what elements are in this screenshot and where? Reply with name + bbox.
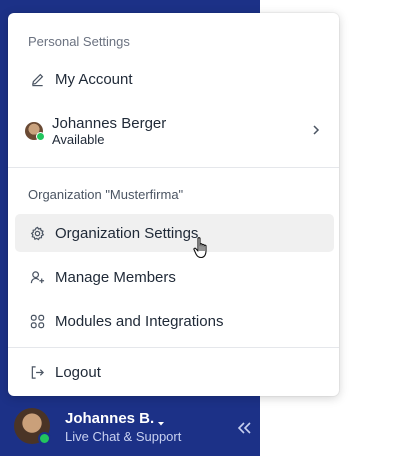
modules-integrations-item[interactable]: Modules and Integrations <box>15 302 334 340</box>
logout-label: Logout <box>55 363 101 381</box>
divider <box>8 347 339 348</box>
manage-members-item[interactable]: Manage Members <box>15 258 334 296</box>
online-status-dot <box>36 132 45 141</box>
organization-header: Organization "Musterfirma" <box>28 187 184 202</box>
double-chevron-left-icon[interactable] <box>236 420 252 441</box>
user-bar: Johannes B. Live Chat & Support <box>0 400 260 456</box>
pencil-icon <box>29 71 45 87</box>
manage-members-label: Manage Members <box>55 268 176 286</box>
logout-icon <box>29 364 45 380</box>
workspace-label: Live Chat & Support <box>65 429 182 444</box>
logout-item[interactable]: Logout <box>15 353 334 391</box>
organization-settings-label: Organization Settings <box>55 224 199 242</box>
user-menu-toggle[interactable]: Johannes B. <box>65 410 154 427</box>
account-menu: Personal Settings My Account Johannes Be… <box>8 13 339 396</box>
user-status-item[interactable]: Johannes Berger Available <box>15 109 334 153</box>
personal-settings-header: Personal Settings <box>28 34 130 49</box>
online-status-dot <box>38 432 51 445</box>
user-availability: Available <box>52 132 105 147</box>
grid-icon <box>29 313 45 329</box>
my-account-item[interactable]: My Account <box>15 60 334 98</box>
modules-integrations-label: Modules and Integrations <box>55 312 224 330</box>
user-plus-icon <box>29 269 45 285</box>
avatar[interactable] <box>14 408 51 445</box>
avatar <box>25 122 45 141</box>
chevron-right-icon <box>310 123 322 142</box>
organization-settings-item[interactable]: Organization Settings <box>15 214 334 252</box>
my-account-label: My Account <box>55 70 133 88</box>
hand-cursor-icon <box>193 236 211 265</box>
divider <box>8 167 339 168</box>
user-name: Johannes Berger <box>52 115 167 132</box>
gear-icon <box>29 225 45 241</box>
